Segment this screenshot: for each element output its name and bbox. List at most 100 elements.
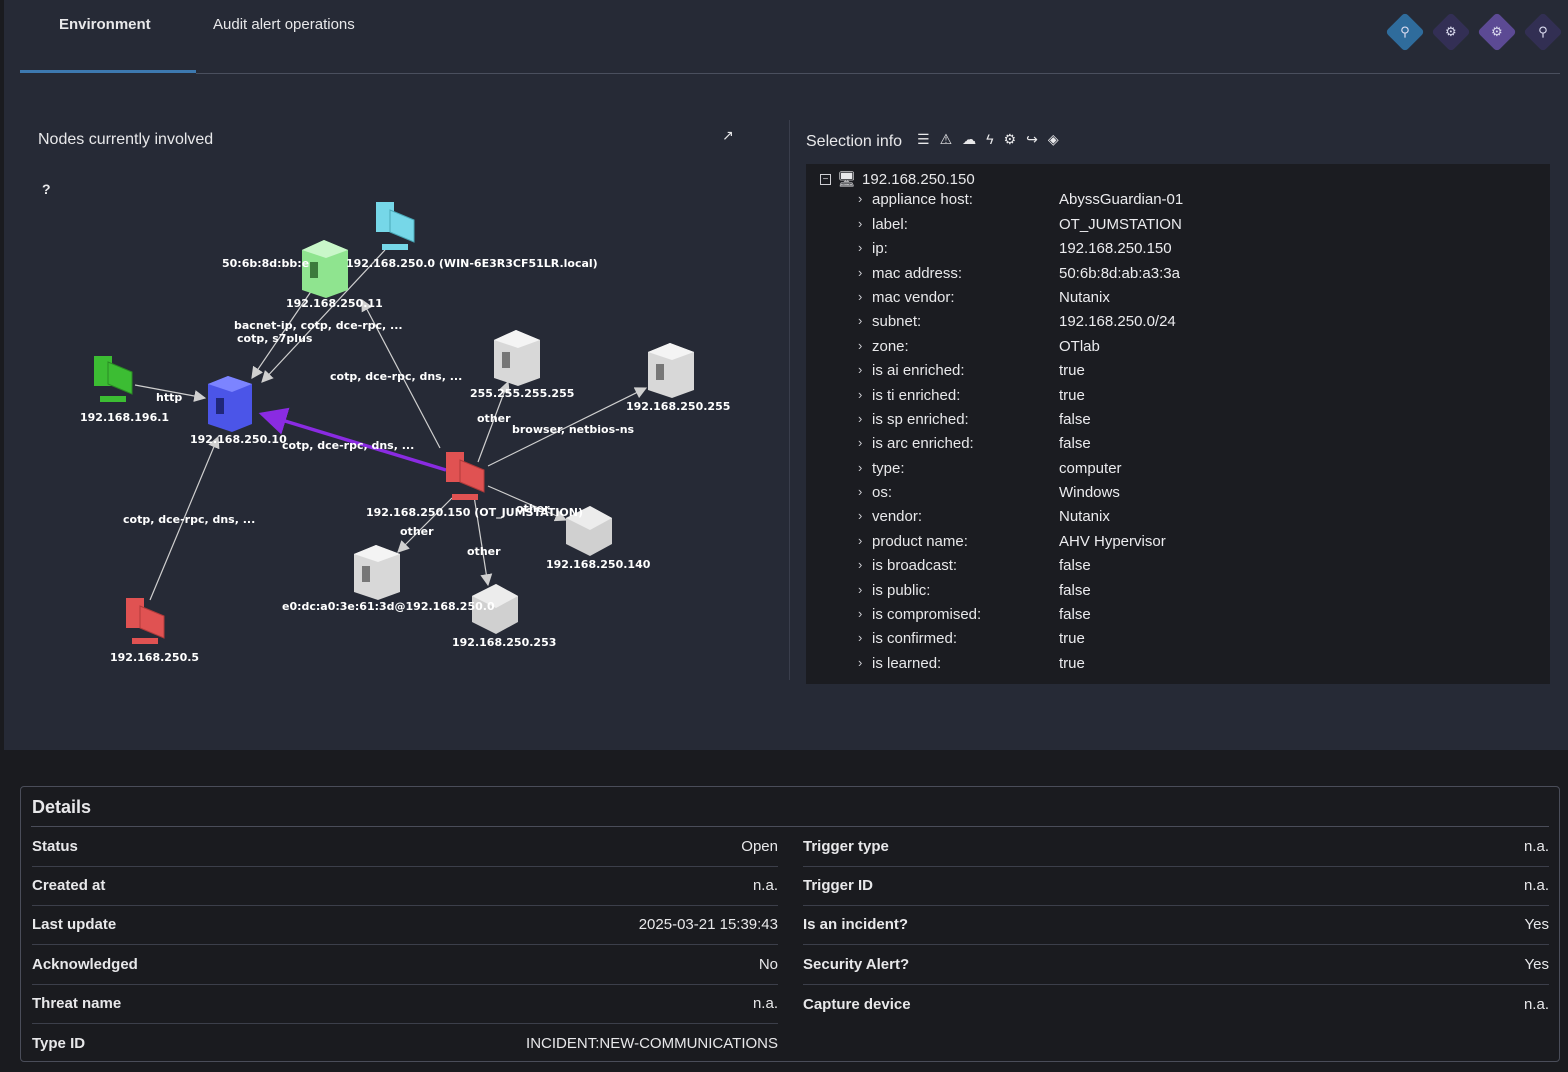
node-label: e0:dc:a0:3e:61:3d@192.168.250.0 (282, 600, 495, 613)
tree-row[interactable]: › subnet: 192.168.250.0/24 (858, 313, 1176, 330)
tree-root[interactable]: − 🖥 192.168.250.150 (820, 170, 975, 188)
tree-row[interactable]: › appliance host: AbyssGuardian-01 (858, 191, 1183, 208)
chevron-right-icon: › (858, 533, 863, 548)
node-label: 192.168.196.1 (80, 411, 169, 424)
chevron-right-icon: › (858, 216, 863, 231)
tree-row[interactable]: › is ti enriched: true (858, 387, 1085, 404)
node-label: 50:6b:8d:bb:e (222, 257, 309, 270)
detail-row-trigger-id: Trigger ID n.a. (803, 866, 1549, 906)
node-label: 192.168.250.5 (110, 651, 199, 664)
plc-node-192-168-250-10 (208, 376, 252, 432)
computer-node-192-168-196-1 (94, 356, 133, 402)
edge-label: cotp, dce-rpc, dns, ... (282, 439, 414, 452)
node-label: 192.168.250.255 (626, 400, 730, 413)
cloud-icon[interactable]: ☁ (962, 131, 976, 148)
details-panel: Details Status Open Created at n.a. Last u… (20, 786, 1560, 1062)
selection-info-title: Selection info (806, 133, 903, 150)
chevron-right-icon: › (858, 387, 863, 402)
detail-row-created-at: Created at n.a. (32, 866, 778, 906)
edge-label: other (400, 525, 434, 538)
tree-row[interactable]: › mac vendor: Nutanix (858, 289, 1110, 306)
tree-row[interactable]: › mac address: 50:6b:8d:ab:a3:3a (858, 265, 1180, 282)
gear-icon[interactable]: ⚙ (1004, 131, 1017, 148)
detail-row-is-incident: Is an incident? Yes (803, 905, 1549, 945)
tree-row[interactable]: › vendor: Nutanix (858, 508, 1110, 525)
edge-label: other (477, 412, 511, 425)
chevron-right-icon: › (858, 655, 863, 670)
tree-row[interactable]: › is sp enriched: false (858, 411, 1091, 428)
collapse-icon[interactable]: − (820, 173, 831, 185)
tree-row[interactable]: › label: OT_JUMSTATION (858, 216, 1182, 233)
chevron-right-icon: › (858, 557, 863, 572)
detail-row-type-id: Type ID INCIDENT:NEW-COMMUNICATIONS (32, 1034, 778, 1052)
chevron-right-icon: › (858, 582, 863, 597)
plc-node-192-168-250-255 (648, 343, 694, 398)
edge-label: other (516, 502, 550, 515)
plc-node-255-255-255-255 (494, 330, 540, 386)
detail-row-security-alert: Security Alert? Yes (803, 945, 1549, 985)
plc-node-e0-dc-a0 (354, 545, 400, 600)
detail-row-status: Status Open (32, 827, 778, 867)
chevron-right-icon: › (858, 240, 863, 255)
tree-root-label: 192.168.250.150 (862, 170, 975, 188)
edge-label: browser, netbios-ns (512, 423, 635, 436)
detail-row-capture-device: Capture device n.a. (803, 995, 1549, 1013)
edge-label: bacnet-ip, cotp, dce-rpc, ... (234, 319, 403, 332)
share-icon[interactable]: ↪ (1026, 131, 1038, 148)
chevron-right-icon: › (858, 362, 863, 377)
chevron-right-icon: › (858, 606, 863, 621)
tree-row[interactable]: › is broadcast: false (858, 557, 1091, 574)
chevron-right-icon: › (858, 289, 863, 304)
edge-label: cotp, dce-rpc, dns, ... (123, 513, 255, 526)
chevron-right-icon: › (858, 435, 863, 450)
node-label: 192.168.250.11 (286, 297, 383, 310)
node-label: 192.168.250.253 (452, 636, 556, 649)
tree-row[interactable]: › product name: AHV Hypervisor (858, 533, 1166, 550)
chevron-right-icon: › (858, 191, 863, 206)
edge-label: http (156, 391, 182, 404)
network-graph[interactable]: 192.168.250.10 192.168.196.1 192.168.250… (0, 0, 790, 700)
detail-row-last-update: Last update 2025-03-21 15:39:43 (32, 905, 778, 945)
chevron-right-icon: › (858, 338, 863, 353)
details-title: Details (32, 797, 92, 817)
tree-row[interactable]: › os: Windows (858, 484, 1120, 501)
tree-row[interactable]: › is ai enriched: true (858, 362, 1085, 379)
chevron-right-icon: › (858, 460, 863, 475)
node-label: 255.255.255.255 (470, 387, 574, 400)
computer-node-192-168-250-5 (126, 598, 165, 644)
tree-row[interactable]: › ip: 192.168.250.150 (858, 240, 1172, 257)
edge-label: cotp, dce-rpc, dns, ... (330, 370, 462, 383)
tree-row[interactable]: › is learned: true (858, 655, 1085, 672)
chevron-right-icon: › (858, 484, 863, 499)
tree-row[interactable]: › is arc enriched: false (858, 435, 1091, 452)
network-icon[interactable]: ◈ (1048, 131, 1059, 148)
node-label: 192.168.250.150 (OT_JUMSTATION) (366, 506, 583, 519)
edge-label: other (467, 545, 501, 558)
lightning-icon[interactable]: ϟ (986, 131, 993, 148)
edge-label: cotp, s7plus (237, 332, 313, 345)
panel-divider (789, 120, 790, 680)
tree-row[interactable]: › is confirmed: true (858, 630, 1085, 647)
tree-row[interactable]: › is compromised: false (858, 606, 1091, 623)
sliders-icon[interactable]: ☰ (917, 131, 930, 148)
detail-row-threat-name: Threat name n.a. (32, 984, 778, 1024)
selection-tree[interactable]: − 🖥 192.168.250.150 › appliance host: Abys… (806, 164, 1550, 684)
chevron-right-icon: › (858, 411, 863, 426)
computer-icon: 🖥 (837, 171, 857, 188)
detail-row-acknowledged: Acknowledged No (32, 945, 778, 985)
tree-row[interactable]: › is public: false (858, 582, 1091, 599)
warning-icon[interactable]: ⚠ (940, 131, 953, 148)
chevron-right-icon: › (858, 630, 863, 645)
chevron-right-icon: › (858, 508, 863, 523)
tree-row[interactable]: › zone: OTlab (858, 338, 1100, 355)
node-label: 192.168.250.10 (190, 433, 287, 446)
chevron-right-icon: › (858, 313, 863, 328)
chevron-right-icon: › (858, 265, 863, 280)
tree-row[interactable]: › type: computer (858, 460, 1122, 477)
computer-node-192-168-250-150 (446, 452, 485, 500)
node-label: 192.168.250.140 (546, 558, 651, 571)
selection-toolbar: ☰ ⚠ ☁ ϟ ⚙ ↪ ◈ (917, 131, 1059, 148)
node-label: 192.168.250.0 (WIN-6E3R3CF51LR.local) (346, 257, 598, 270)
detail-row-trigger-type: Trigger type n.a. (803, 827, 1549, 867)
computer-node-win-6e3r3cf51lr (376, 202, 415, 250)
